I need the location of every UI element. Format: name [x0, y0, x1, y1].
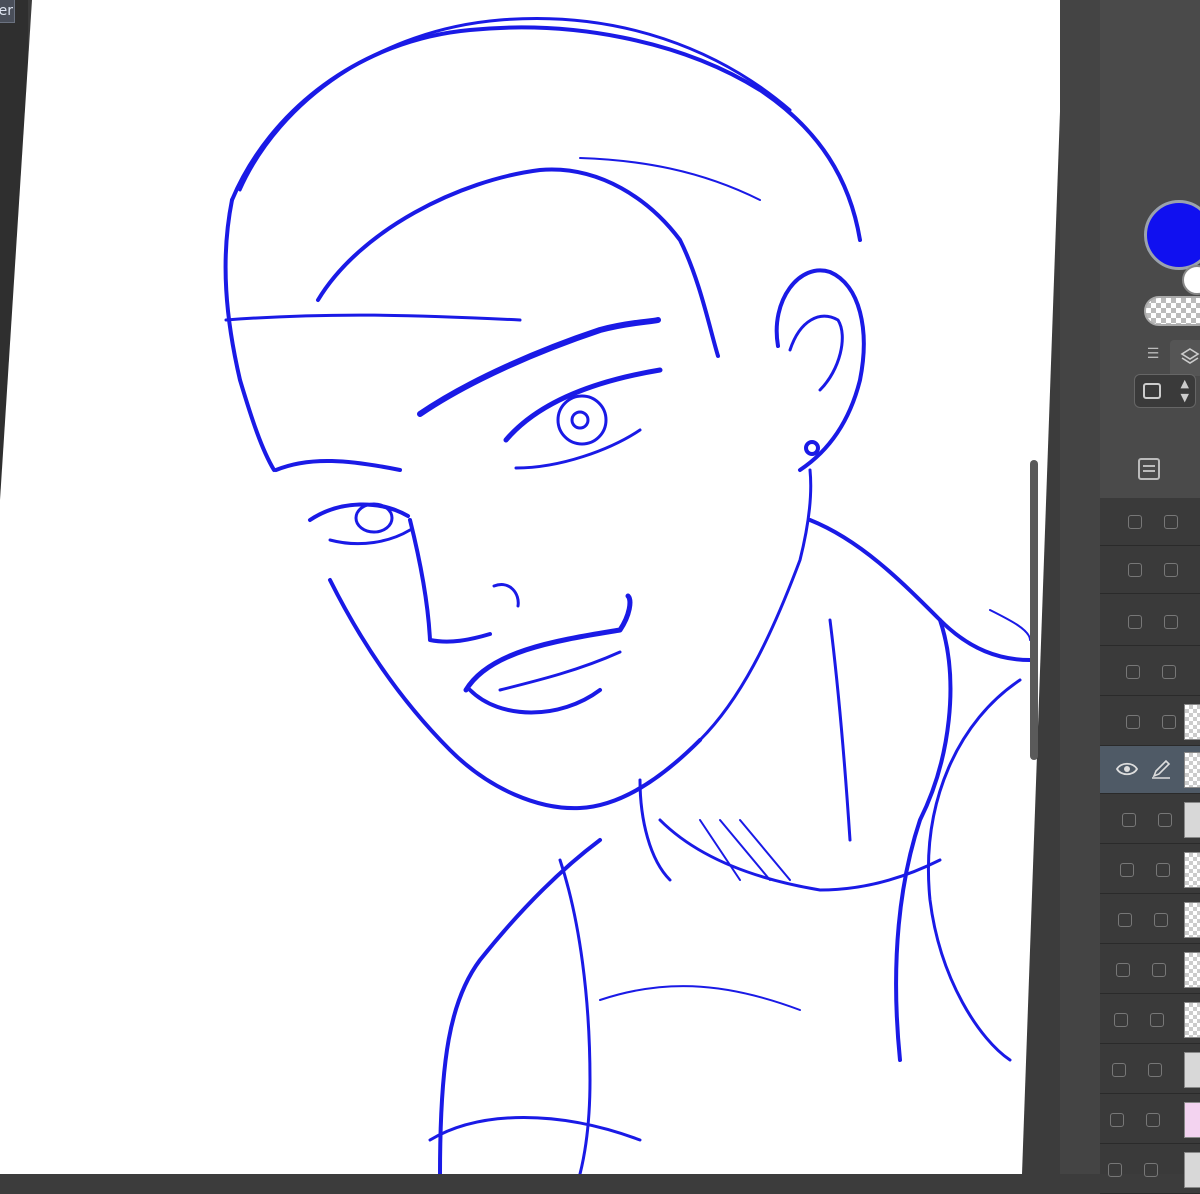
visibility-checkbox[interactable] [1110, 1113, 1124, 1127]
visibility-checkbox[interactable] [1126, 665, 1140, 679]
drawing-canvas[interactable] [0, 0, 1200, 1174]
layer-thumbnail [1184, 852, 1200, 888]
panel-menu-icon[interactable]: ☰ [1144, 345, 1162, 363]
lock-checkbox[interactable] [1146, 1113, 1160, 1127]
blend-mode-square-icon [1143, 383, 1161, 399]
visibility-checkbox[interactable] [1120, 863, 1134, 877]
visibility-checkbox[interactable] [1114, 1013, 1128, 1027]
layers-tab[interactable] [1170, 340, 1200, 376]
lock-checkbox[interactable] [1156, 863, 1170, 877]
layer-row[interactable] [1100, 546, 1200, 594]
lock-checkbox[interactable] [1162, 665, 1176, 679]
layer-thumbnail [1184, 902, 1200, 938]
visibility-checkbox[interactable] [1126, 715, 1140, 729]
layer-row[interactable] [1100, 796, 1200, 844]
layer-thumbnail [1184, 952, 1200, 988]
lock-checkbox[interactable] [1144, 1163, 1158, 1177]
visibility-checkbox[interactable] [1118, 913, 1132, 927]
visibility-checkbox[interactable] [1122, 813, 1136, 827]
layer-properties-icon[interactable] [1138, 458, 1160, 480]
layer-row[interactable] [1100, 598, 1200, 646]
lock-checkbox[interactable] [1164, 615, 1178, 629]
layer-row[interactable] [1100, 846, 1200, 894]
layer-row[interactable] [1100, 1146, 1200, 1194]
visibility-checkbox[interactable] [1128, 563, 1142, 577]
layer-thumbnail [1184, 752, 1200, 788]
lock-checkbox[interactable] [1152, 963, 1166, 977]
lock-checkbox[interactable] [1162, 715, 1176, 729]
transparent-color-chip[interactable] [1144, 296, 1200, 326]
layer-row[interactable] [1100, 648, 1200, 696]
layer-row-active[interactable] [1100, 746, 1200, 794]
layer-thumbnail [1184, 704, 1200, 740]
blend-mode-select[interactable]: ▲ ▼ [1134, 374, 1196, 408]
layers-icon [1180, 348, 1200, 364]
canvas-scroll-handle[interactable] [1030, 460, 1038, 760]
visibility-checkbox[interactable] [1108, 1163, 1122, 1177]
layer-row[interactable] [1100, 996, 1200, 1044]
layer-row[interactable] [1100, 498, 1200, 546]
layer-thumbnail [1184, 1152, 1200, 1188]
visibility-checkbox[interactable] [1128, 615, 1142, 629]
visibility-checkbox[interactable] [1128, 515, 1142, 529]
lock-checkbox[interactable] [1164, 515, 1178, 529]
layer-row[interactable] [1100, 946, 1200, 994]
layer-row[interactable] [1100, 1096, 1200, 1144]
lock-checkbox[interactable] [1158, 813, 1172, 827]
layer-list [1100, 498, 1200, 1194]
layer-thumbnail [1184, 1052, 1200, 1088]
lock-checkbox[interactable] [1154, 913, 1168, 927]
pen-icon[interactable] [1150, 758, 1172, 780]
layer-thumbnail [1184, 802, 1200, 838]
layer-thumbnail [1184, 1102, 1200, 1138]
layer-row[interactable] [1100, 896, 1200, 944]
visibility-checkbox[interactable] [1112, 1063, 1126, 1077]
eye-icon[interactable] [1116, 760, 1138, 778]
layer-row[interactable] [1100, 698, 1200, 746]
lock-checkbox[interactable] [1164, 563, 1178, 577]
lock-checkbox[interactable] [1148, 1063, 1162, 1077]
layer-row[interactable] [1100, 1046, 1200, 1094]
visibility-checkbox[interactable] [1116, 963, 1130, 977]
lock-checkbox[interactable] [1150, 1013, 1164, 1027]
layer-thumbnail [1184, 1002, 1200, 1038]
chevron-updown-icon: ▲ ▼ [1180, 377, 1189, 404]
